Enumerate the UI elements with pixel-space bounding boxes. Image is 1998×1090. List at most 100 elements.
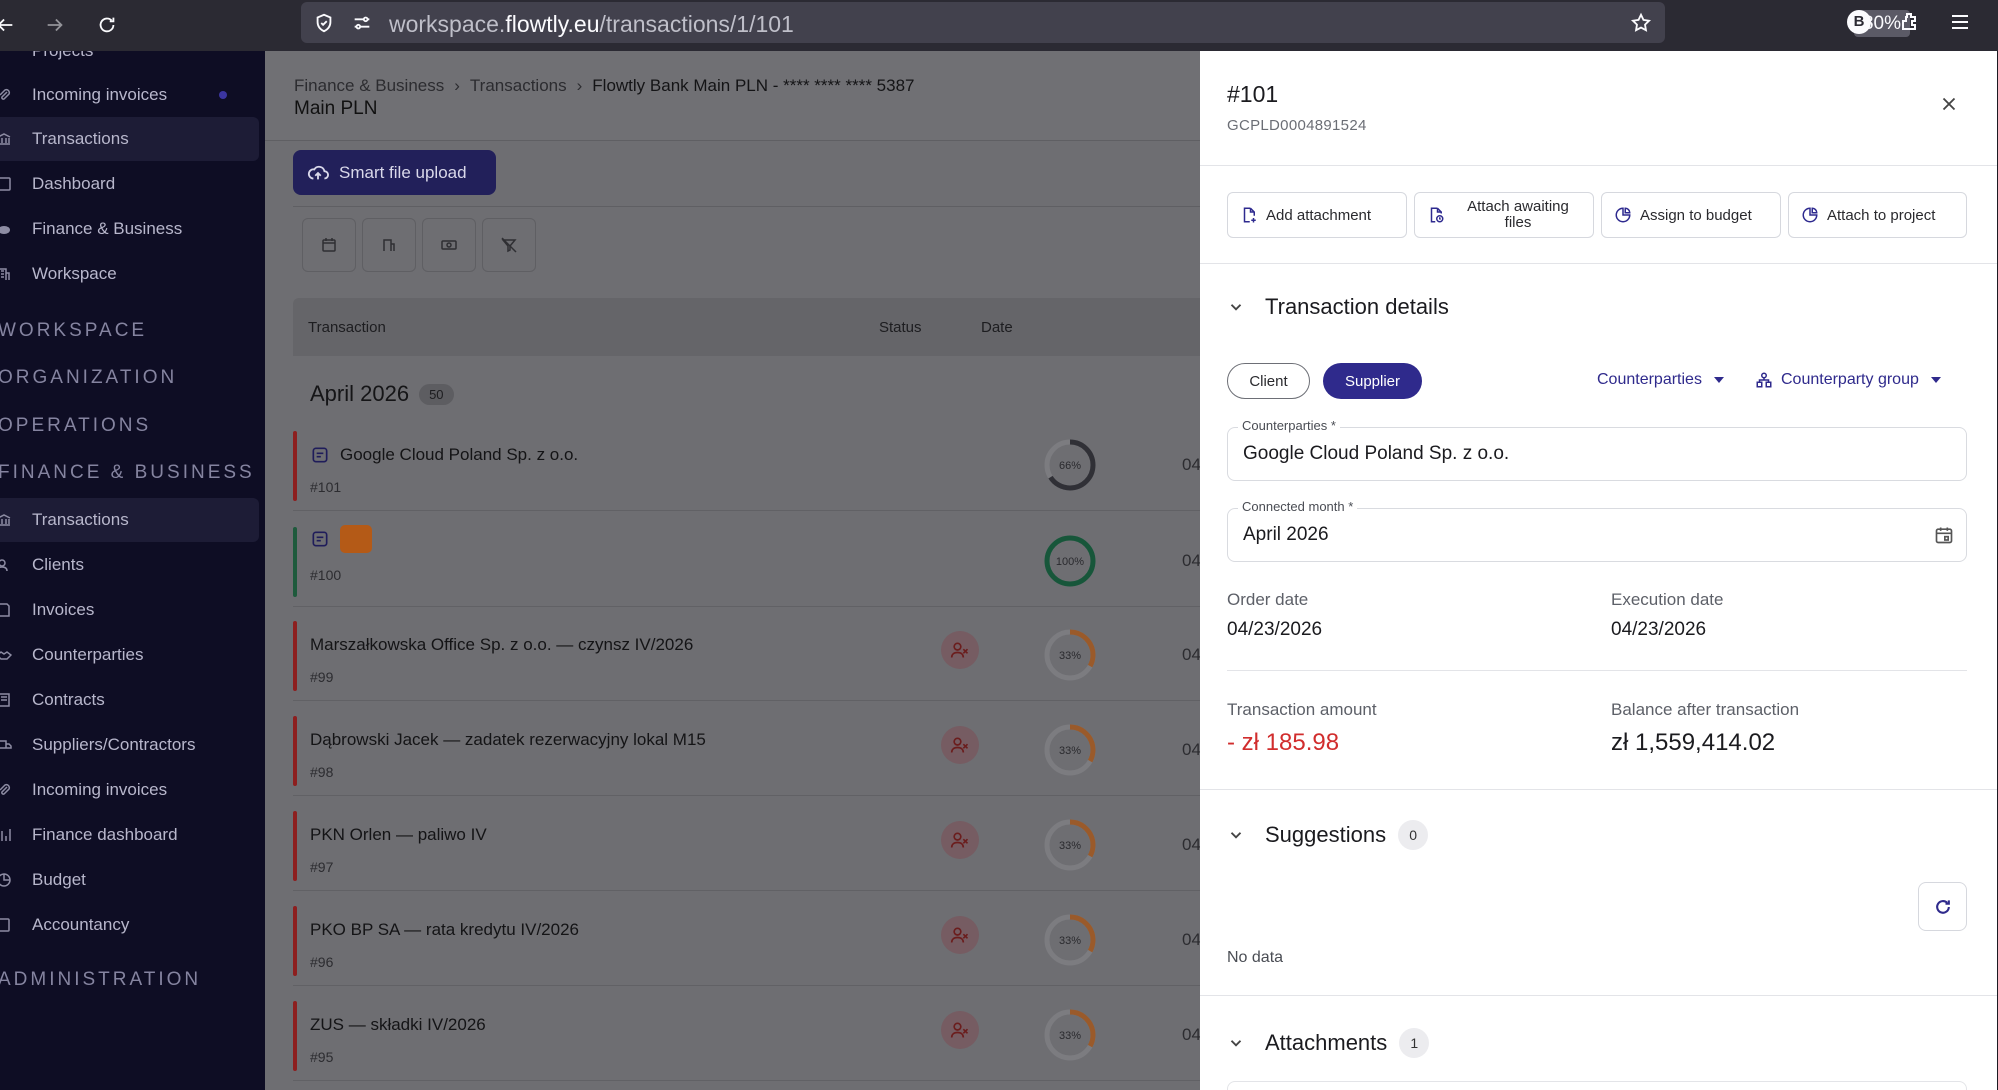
url-text[interactable]: workspace.flowtly.eu/transactions/1/101: [389, 11, 794, 38]
unassigned-user-icon[interactable]: [941, 631, 979, 669]
counterparty-group-dropdown[interactable]: Counterparty group: [1755, 371, 1941, 389]
transaction-title-text: Marszałkowska Office Sp. z o.o. — czynsz…: [310, 635, 694, 654]
sidebar-item-contracts[interactable]: Contracts: [0, 678, 259, 722]
table-header: Transaction Status Date: [293, 298, 1200, 356]
sidebar-item-transactions-finance[interactable]: Transactions: [0, 498, 259, 542]
sidebar-item-label: Incoming invoices: [32, 780, 168, 799]
upload-label: Smart file upload: [339, 162, 467, 182]
back-arrow-icon[interactable]: [0, 8, 22, 42]
attach-to-project-button[interactable]: Attach to project: [1788, 192, 1967, 238]
suggestions-header[interactable]: Suggestions 0: [1227, 820, 1429, 850]
refresh-suggestions-button[interactable]: [1918, 882, 1967, 931]
forward-arrow-icon[interactable]: [38, 8, 72, 42]
amount-filter-button[interactable]: [422, 218, 476, 272]
progress-donut: 100%: [1044, 535, 1096, 587]
section-workspace[interactable]: WORKSPACE: [0, 320, 147, 342]
transaction-number: #97: [310, 859, 334, 875]
calendar-icon[interactable]: [1934, 525, 1954, 545]
close-icon[interactable]: [1938, 93, 1960, 115]
sidebar-item-workspace[interactable]: Workspace: [0, 252, 259, 296]
sidebar-item-incoming-invoices-finance[interactable]: Incoming invoices: [0, 768, 259, 812]
section-operations[interactable]: OPERATIONS: [0, 415, 151, 437]
handshake-icon: [0, 651, 12, 660]
sidebar-item-invoices[interactable]: Invoices: [0, 588, 259, 632]
date-filter-button[interactable]: [302, 218, 356, 272]
breadcrumb-item[interactable]: Finance & Business: [294, 76, 444, 96]
table-row[interactable]: ZUS — składki IV/2026 #95 33% 04/1: [293, 993, 1200, 1081]
sidebar-item-counterparties[interactable]: Counterparties: [0, 633, 259, 677]
table-row[interactable]: PKN Orlen — paliwo IV #97 33% 04/1: [293, 803, 1200, 891]
attachment-thumbnail[interactable]: [340, 525, 372, 553]
unassigned-user-icon[interactable]: [941, 821, 979, 859]
address-bar[interactable]: workspace.flowtly.eu/transactions/1/101 …: [301, 2, 1910, 43]
extensions-icon[interactable]: [1897, 10, 1921, 34]
sidebar-item-label: Contracts: [32, 690, 105, 709]
shield-icon[interactable]: [313, 12, 335, 34]
sidebar-item-finance-business[interactable]: Finance & Business: [0, 207, 259, 251]
column-header-status[interactable]: Status: [879, 319, 922, 336]
money-icon: [441, 240, 457, 250]
execution-date-label: Execution date: [1611, 590, 1724, 609]
smart-file-upload-button[interactable]: Smart file upload: [293, 150, 496, 195]
company-filter-button[interactable]: [362, 218, 416, 272]
sidebar-item-suppliers-contractors[interactable]: Suppliers/Contractors: [0, 723, 259, 767]
site-settings-icon[interactable]: [351, 12, 373, 34]
bookmark-star-icon[interactable]: [1630, 12, 1652, 34]
sidebar-item-projects[interactable]: Projects: [0, 51, 259, 73]
attachments-header[interactable]: Attachments 1: [1227, 1028, 1430, 1058]
sidebar-item-clients[interactable]: Clients: [0, 543, 259, 587]
table-row[interactable]: Dąbrowski Jacek — zadatek rezerwacyjny l…: [293, 708, 1200, 796]
document-icon: [312, 531, 328, 547]
file-plus-icon: [1243, 207, 1256, 223]
counterparty-field[interactable]: Counterparties * Google Cloud Poland Sp.…: [1227, 418, 1967, 481]
notification-dot: [219, 91, 227, 99]
filters-bar: [293, 206, 1200, 274]
sidebar-item-dashboard[interactable]: Dashboard: [0, 162, 259, 206]
status-bar: [293, 431, 297, 501]
transaction-amount-label: Transaction amount: [1227, 700, 1377, 719]
unassigned-user-icon[interactable]: [941, 726, 979, 764]
breadcrumb-item[interactable]: Transactions: [470, 76, 567, 96]
section-finance-business[interactable]: FINANCE & BUSINESS: [0, 462, 255, 484]
attach-awaiting-files-button[interactable]: Attach awaiting files: [1414, 192, 1594, 238]
users-icon: [0, 559, 8, 572]
assign-to-budget-button[interactable]: Assign to budget: [1601, 192, 1781, 238]
supplier-toggle[interactable]: Supplier: [1323, 363, 1422, 399]
sidebar-item-accountancy[interactable]: Accountancy: [0, 903, 259, 947]
clear-filters-button[interactable]: [482, 218, 536, 272]
column-header-transaction[interactable]: Transaction: [308, 319, 386, 336]
contract-icon: [0, 693, 10, 707]
transaction-title-text: ZUS — składki IV/2026: [310, 1015, 486, 1034]
progress-donut: 33%: [1044, 914, 1096, 966]
truck-icon: [0, 740, 12, 749]
counterparties-dropdown[interactable]: Counterparties: [1597, 371, 1724, 389]
sidebar-item-transactions[interactable]: Transactions: [0, 117, 259, 161]
reload-icon[interactable]: [90, 8, 124, 42]
section-organization[interactable]: ORGANIZATION: [0, 367, 177, 389]
table-row[interactable]: PKO BP SA — rata kredytu IV/2026 #96 33% 04…: [293, 898, 1200, 986]
table-row[interactable]: #100 100% 04/1: [293, 519, 1200, 607]
table-row[interactable]: Google Cloud Poland Sp. z o.o. #101 66% 04/…: [293, 423, 1200, 511]
column-header-date[interactable]: Date: [981, 319, 1013, 336]
execution-date-value: 04/23/2026: [1611, 619, 1707, 640]
unassigned-user-icon[interactable]: [941, 916, 979, 954]
transaction-details-header[interactable]: Transaction details: [1227, 294, 1449, 320]
divider: [1200, 789, 1997, 790]
assign-to-budget-label: Assign to budget: [1640, 206, 1752, 224]
section-administration[interactable]: ADMINISTRATION: [0, 969, 201, 991]
profile-avatar[interactable]: B: [1847, 10, 1871, 34]
transaction-number: #99: [310, 669, 334, 685]
sidebar-item-finance-dashboard[interactable]: Finance dashboard: [0, 813, 259, 857]
table-row[interactable]: Marszałkowska Office Sp. z o.o. — czynsz…: [293, 613, 1200, 701]
divider: [1227, 670, 1967, 671]
sidebar-item-incoming-invoices[interactable]: Incoming invoices: [0, 73, 259, 117]
client-toggle[interactable]: Client: [1227, 363, 1310, 399]
progress-label: 66%: [1059, 460, 1081, 472]
add-attachment-button[interactable]: Add attachment: [1227, 192, 1407, 238]
connected-month-field[interactable]: Connected month * April 2026: [1227, 499, 1967, 562]
attachment-card[interactable]: [1227, 1081, 1967, 1090]
menu-icon[interactable]: [1948, 10, 1972, 34]
unassigned-user-icon[interactable]: [941, 1011, 979, 1049]
sidebar-item-budget[interactable]: Budget: [0, 858, 259, 902]
document-icon: [312, 447, 328, 463]
